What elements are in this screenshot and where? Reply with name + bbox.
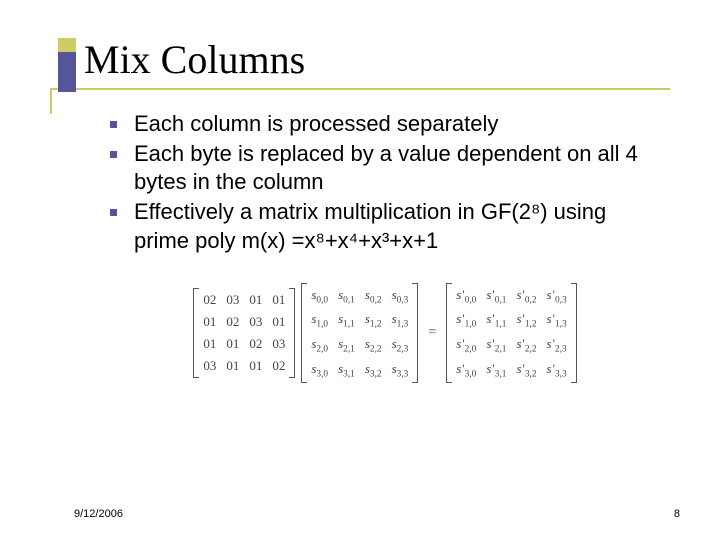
state-prime-cell: s'2,2	[516, 336, 536, 355]
coeff-cell: 01	[249, 292, 262, 308]
state-cell: s0,1	[338, 287, 355, 306]
matrix-equation: 02 03 01 01 01 02 03 01 01 01 02 03 03 0…	[110, 283, 660, 383]
coeff-cell: 02	[226, 314, 239, 330]
state-prime-cell: s'0,1	[486, 287, 506, 306]
state-prime-cell: s'2,3	[547, 336, 567, 355]
coeff-cell: 02	[249, 336, 262, 352]
state-cell: s1,1	[338, 311, 355, 330]
bullet-list: Each column is processed separately Each…	[110, 110, 660, 255]
slide-body: Each column is processed separately Each…	[60, 90, 670, 383]
state-prime-cell: s'1,2	[516, 311, 536, 330]
coefficient-matrix: 02 03 01 01 01 02 03 01 01 01 02 03 03 0…	[193, 288, 295, 378]
coeff-cell: 02	[203, 292, 216, 308]
coeff-cell: 03	[249, 314, 262, 330]
state-prime-cell: s'2,1	[486, 336, 506, 355]
state-cell: s2,3	[392, 336, 409, 355]
state-cell: s1,0	[311, 311, 328, 330]
state-prime-cell: s'1,0	[456, 311, 476, 330]
state-cell: s1,2	[365, 311, 382, 330]
state-cell: s0,3	[392, 287, 409, 306]
coeff-cell: 01	[272, 314, 285, 330]
state-cell: s3,3	[392, 361, 409, 380]
state-prime-cell: s'3,3	[547, 361, 567, 380]
title-accent	[58, 38, 76, 92]
coeff-cell: 01	[226, 358, 239, 374]
state-cell: s2,2	[365, 336, 382, 355]
coeff-cell: 01	[272, 292, 285, 308]
coeff-cell: 03	[203, 358, 216, 374]
state-cell: s3,1	[338, 361, 355, 380]
title-underline-tick	[50, 90, 52, 114]
coeff-cell: 02	[272, 358, 285, 374]
state-prime-cell: s'1,3	[547, 311, 567, 330]
state-cell: s0,2	[365, 287, 382, 306]
state-prime-cell: s'3,0	[456, 361, 476, 380]
state-matrix: s0,0 s0,1 s0,2 s0,3 s1,0 s1,1 s1,2 s1,3 s2,0 s2,1…	[301, 283, 418, 383]
state-prime-cell: s'0,2	[516, 287, 536, 306]
coeff-cell: 03	[226, 292, 239, 308]
state-prime-cell: s'3,2	[516, 361, 536, 380]
footer-date: 9/12/2006	[74, 508, 123, 520]
slide: Mix Columns Each column is processed sep…	[0, 0, 720, 540]
coeff-cell: 01	[203, 314, 216, 330]
state-cell: s0,0	[311, 287, 328, 306]
bullet-item: Each byte is replaced by a value depende…	[110, 140, 660, 196]
state-prime-cell: s'2,0	[456, 336, 476, 355]
state-prime-cell: s'1,1	[486, 311, 506, 330]
coeff-cell: 01	[203, 336, 216, 352]
state-prime-cell: s'0,3	[547, 287, 567, 306]
state-prime-cell: s'3,1	[486, 361, 506, 380]
equals-sign: =	[424, 325, 440, 341]
coeff-cell: 03	[272, 336, 285, 352]
state-prime-matrix: s'0,0 s'0,1 s'0,2 s'0,3 s'1,0 s'1,1 s'1,2 s'1,3…	[446, 283, 576, 383]
state-cell: s3,0	[311, 361, 328, 380]
footer-page-number: 8	[674, 508, 680, 520]
state-cell: s3,2	[365, 361, 382, 380]
bullet-item: Each column is processed separately	[110, 110, 660, 138]
bullet-item: Effectively a matrix multiplication in G…	[110, 198, 660, 254]
coeff-cell: 01	[249, 358, 262, 374]
state-cell: s1,3	[392, 311, 409, 330]
coeff-cell: 01	[226, 336, 239, 352]
slide-title: Mix Columns	[60, 38, 670, 82]
state-prime-cell: s'0,0	[456, 287, 476, 306]
state-cell: s2,0	[311, 336, 328, 355]
state-cell: s2,1	[338, 336, 355, 355]
